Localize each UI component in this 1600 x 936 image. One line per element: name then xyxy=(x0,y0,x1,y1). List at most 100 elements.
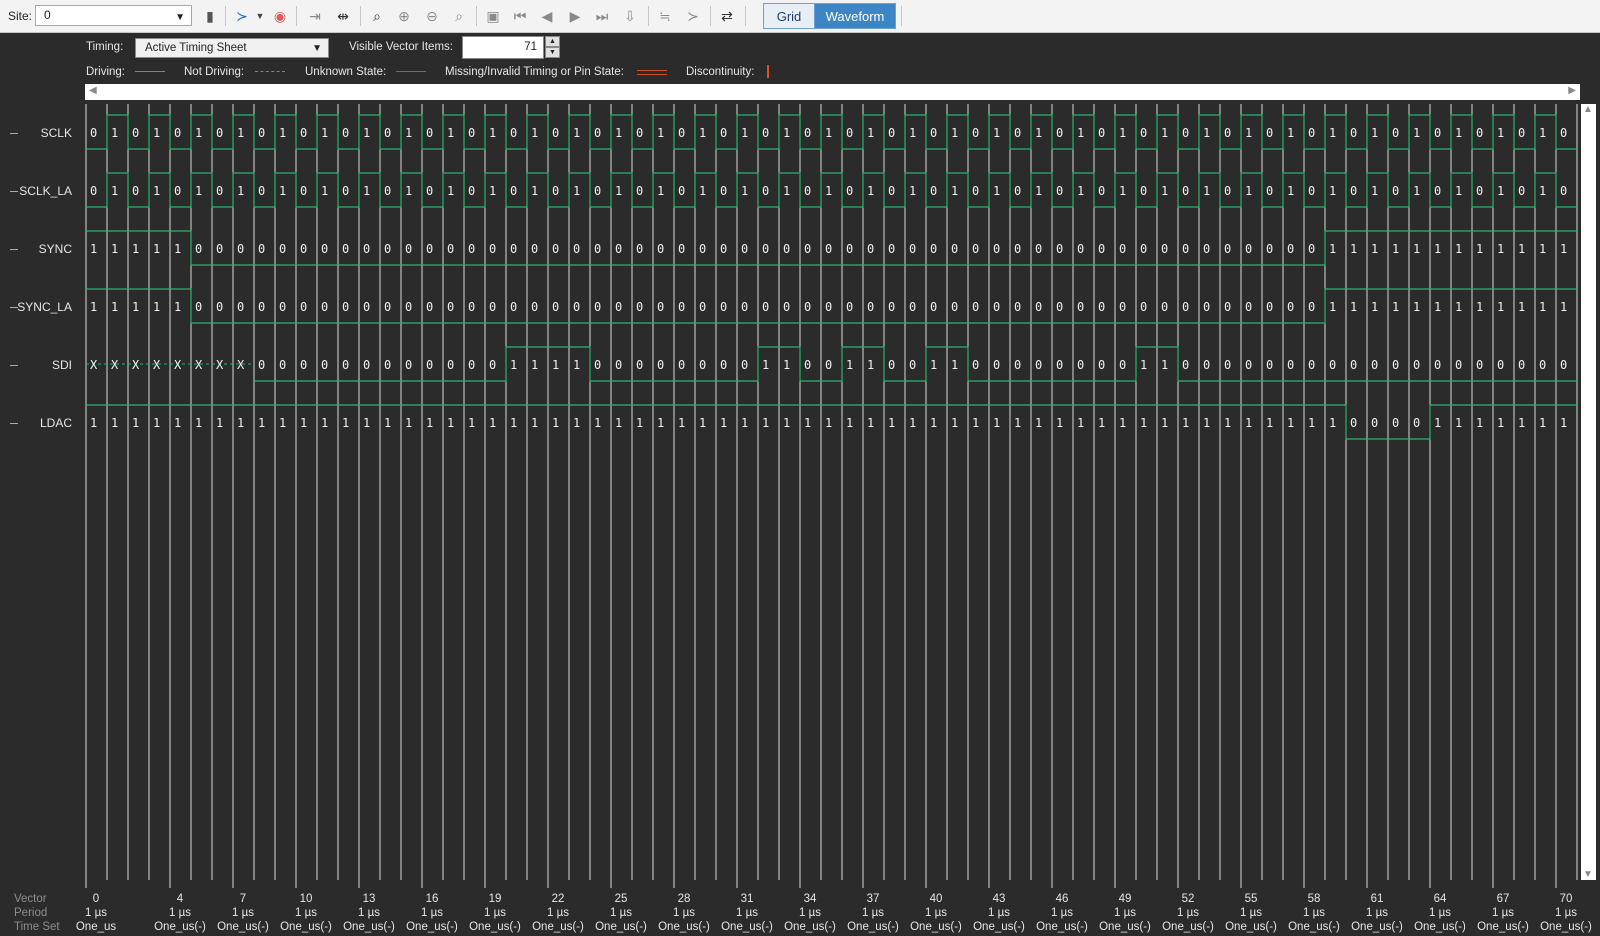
vector-value-label: 1 xyxy=(762,358,769,372)
vector-value-label: 0 xyxy=(993,358,1000,372)
vector-value-label: 0 xyxy=(195,300,202,314)
vector-value-label: 1 xyxy=(783,126,790,140)
timeset-value: One_us xyxy=(76,921,117,933)
vector-tick-label: 28 xyxy=(678,893,691,905)
vector-value-label: 0 xyxy=(1329,358,1336,372)
vector-value-label: 1 xyxy=(909,126,916,140)
vector-value-label: 0 xyxy=(909,300,916,314)
vector-value-label: 0 xyxy=(1098,300,1105,314)
vector-value-label: 0 xyxy=(405,242,412,256)
vector-value-label: 0 xyxy=(1119,242,1126,256)
vector-value-label: 0 xyxy=(174,184,181,198)
timeset-value: One_us(-) xyxy=(910,921,962,933)
vector-tick-label: 19 xyxy=(489,893,502,905)
vector-tick-label: 37 xyxy=(867,893,880,905)
vector-value-label: 1 xyxy=(1350,300,1357,314)
vector-value-label: 0 xyxy=(468,242,475,256)
vector-value-label: 1 xyxy=(699,416,706,430)
vector-value-label: 0 xyxy=(1560,358,1567,372)
vector-value-label: 0 xyxy=(1392,184,1399,198)
vector-value-label: 1 xyxy=(531,416,538,430)
vector-value-label: 1 xyxy=(1539,126,1546,140)
vector-value-label: 1 xyxy=(384,416,391,430)
vector-value-label: 1 xyxy=(90,242,97,256)
vector-value-label: 0 xyxy=(783,242,790,256)
vector-value-label: 1 xyxy=(657,184,664,198)
vector-value-label: 1 xyxy=(531,184,538,198)
vector-value-label: 1 xyxy=(1413,300,1420,314)
vector-value-label: 0 xyxy=(699,242,706,256)
vector-value-label: 0 xyxy=(1413,358,1420,372)
vector-value-label: 1 xyxy=(783,184,790,198)
vector-value-label: 1 xyxy=(447,126,454,140)
vector-value-label: 1 xyxy=(1455,242,1462,256)
vector-value-label: 0 xyxy=(1392,416,1399,430)
vector-value-label: 0 xyxy=(426,300,433,314)
vector-value-label: 0 xyxy=(1518,184,1525,198)
vector-value-label: 1 xyxy=(573,416,580,430)
vector-value-label: 0 xyxy=(384,242,391,256)
vector-value-label: 0 xyxy=(825,300,832,314)
vector-value-label: 1 xyxy=(1371,184,1378,198)
vector-value-label: 0 xyxy=(1434,358,1441,372)
vector-value-label: 1 xyxy=(1539,184,1546,198)
vector-value-label: 0 xyxy=(678,358,685,372)
vector-value-label: 1 xyxy=(1287,184,1294,198)
vector-value-label: 0 xyxy=(888,184,895,198)
period-value: 1 µs xyxy=(1366,907,1388,919)
vector-value-label: 0 xyxy=(1518,126,1525,140)
vector-value-label: 0 xyxy=(1308,126,1315,140)
vector-value-label: 0 xyxy=(258,300,265,314)
vector-value-label: 0 xyxy=(1476,184,1483,198)
vector-value-label: 1 xyxy=(1497,126,1504,140)
vector-value-label: 1 xyxy=(1497,416,1504,430)
vector-value-label: 0 xyxy=(888,126,895,140)
vector-value-label: 1 xyxy=(1476,300,1483,314)
vector-value-label: 1 xyxy=(1077,184,1084,198)
waveform-canvas[interactable]: 0101010101010101010101010101010101010101… xyxy=(0,0,1600,936)
vector-value-label: 0 xyxy=(825,358,832,372)
vector-value-label: 1 xyxy=(132,300,139,314)
vector-value-label: 1 xyxy=(1413,126,1420,140)
vector-value-label: 0 xyxy=(678,184,685,198)
vector-value-label: 0 xyxy=(1245,300,1252,314)
vector-value-label: 1 xyxy=(1329,242,1336,256)
vector-value-label: 1 xyxy=(1266,416,1273,430)
vector-value-label: 0 xyxy=(447,242,454,256)
vector-value-label: 0 xyxy=(1140,126,1147,140)
vector-value-label: 1 xyxy=(1329,126,1336,140)
vector-value-label: 1 xyxy=(321,126,328,140)
vector-value-label: 0 xyxy=(1203,242,1210,256)
vector-value-label: 1 xyxy=(447,416,454,430)
vector-value-label: 1 xyxy=(846,416,853,430)
vector-value-label: 1 xyxy=(426,416,433,430)
vector-value-label: 1 xyxy=(699,126,706,140)
vector-value-label: 1 xyxy=(111,416,118,430)
vector-value-label: 0 xyxy=(972,300,979,314)
vector-value-label: 1 xyxy=(174,300,181,314)
vector-value-label: 1 xyxy=(1518,242,1525,256)
vector-value-label: 1 xyxy=(279,416,286,430)
vector-value-label: 0 xyxy=(1455,358,1462,372)
vector-tick-label: 40 xyxy=(930,893,943,905)
vector-value-label: 1 xyxy=(573,184,580,198)
vector-value-label: 0 xyxy=(741,358,748,372)
vector-value-label: 0 xyxy=(426,358,433,372)
vector-value-label: 0 xyxy=(468,358,475,372)
timeset-value: One_us(-) xyxy=(973,921,1025,933)
vector-value-label: 1 xyxy=(1077,126,1084,140)
vector-value-label: 1 xyxy=(804,416,811,430)
vector-value-label: 0 xyxy=(594,242,601,256)
vector-value-label: 0 xyxy=(1056,184,1063,198)
vector-value-label: 0 xyxy=(1539,358,1546,372)
vector-value-label: 1 xyxy=(531,126,538,140)
vector-value-label: 0 xyxy=(552,184,559,198)
timeset-value: One_us(-) xyxy=(1540,921,1592,933)
period-value: 1 µs xyxy=(1051,907,1073,919)
vector-value-label: 1 xyxy=(636,416,643,430)
vector-value-label: 1 xyxy=(153,300,160,314)
vector-value-label: 0 xyxy=(636,242,643,256)
vector-value-label: 0 xyxy=(573,300,580,314)
vector-value-label: 0 xyxy=(993,242,1000,256)
vector-value-label: 1 xyxy=(657,416,664,430)
